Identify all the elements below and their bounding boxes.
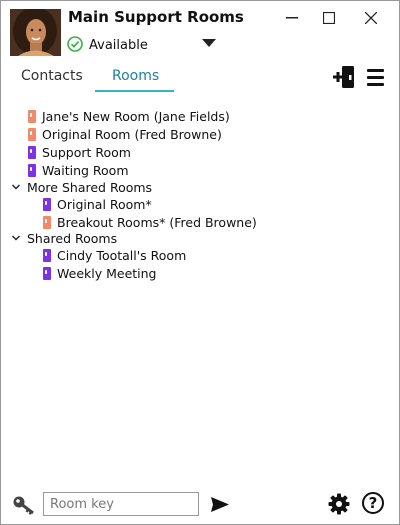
active-tab-indicator <box>95 90 174 92</box>
room-item[interactable]: Cindy Tootall's Room <box>43 246 186 264</box>
room-key-icon[interactable] <box>12 494 38 516</box>
room-orange-icon <box>28 127 36 141</box>
room-item[interactable]: Original Room* <box>43 195 152 213</box>
group-shared-rooms[interactable]: Shared Rooms <box>11 229 117 247</box>
room-purple-icon <box>43 197 51 211</box>
room-purple-icon <box>43 266 51 280</box>
room-item[interactable]: Weekly Meeting <box>43 264 157 282</box>
room-key-input[interactable] <box>43 492 199 516</box>
chevron-down-icon[interactable] <box>11 233 21 243</box>
group-label: Shared Rooms <box>27 230 118 246</box>
avatar[interactable] <box>10 9 61 56</box>
room-label: Waiting Room <box>42 162 129 178</box>
room-label: Weekly Meeting <box>57 265 157 281</box>
status-label[interactable]: Available <box>89 38 148 53</box>
send-icon[interactable] <box>211 497 229 512</box>
room-label: Original Room (Fred Browne) <box>42 126 222 142</box>
room-purple-icon <box>43 248 51 262</box>
add-room-icon[interactable] <box>332 65 356 89</box>
gear-icon[interactable] <box>328 493 350 515</box>
room-item[interactable]: Original Room (Fred Browne) <box>28 125 222 143</box>
tab-contacts[interactable]: Contacts <box>21 68 83 84</box>
room-item[interactable]: Waiting Room <box>28 161 129 179</box>
room-purple-icon <box>28 145 36 159</box>
minimize-icon <box>286 17 298 19</box>
room-item[interactable]: Jane's New Room (Jane Fields) <box>28 107 230 125</box>
tab-rooms[interactable]: Rooms <box>112 68 159 84</box>
menu-icon[interactable] <box>367 69 384 90</box>
help-icon[interactable]: ? <box>362 492 384 514</box>
maximize-button[interactable] <box>316 7 342 29</box>
status-dropdown-icon[interactable] <box>202 39 216 47</box>
room-orange-icon <box>43 215 51 229</box>
window-title: Main Support Rooms <box>68 8 244 26</box>
close-icon <box>365 12 377 24</box>
room-item[interactable]: Support Room <box>28 143 131 161</box>
group-more-shared-rooms[interactable]: More Shared Rooms <box>11 178 152 196</box>
room-label: Cindy Tootall's Room <box>57 247 187 263</box>
room-purple-icon <box>28 163 36 177</box>
room-label: Jane's New Room (Jane Fields) <box>42 108 230 124</box>
chevron-down-icon[interactable] <box>11 182 21 192</box>
room-label: Original Room* <box>57 196 152 212</box>
room-label: Support Room <box>42 144 131 160</box>
close-button[interactable] <box>358 7 384 29</box>
room-label: Breakout Rooms* (Fred Browne) <box>57 214 257 230</box>
maximize-icon <box>323 12 335 24</box>
available-check-icon <box>67 36 83 52</box>
group-label: More Shared Rooms <box>27 179 153 195</box>
minimize-button[interactable] <box>279 7 305 29</box>
room-orange-icon <box>28 109 36 123</box>
